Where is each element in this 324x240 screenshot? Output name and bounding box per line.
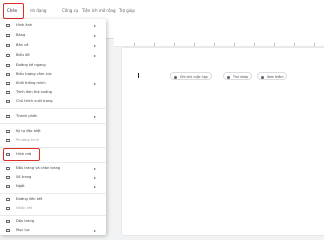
ruler[interactable] — [114, 38, 324, 47]
link-icon — [6, 198, 10, 201]
chip-meeting-notes[interactable]: Ghi chú cuộc họp — [170, 72, 212, 80]
emoji-icon — [6, 73, 10, 76]
break-icon — [6, 185, 10, 188]
insert-menu-highlight — [3, 3, 24, 19]
chart-icon — [6, 54, 10, 57]
menu-item-emoji[interactable]: Biểu tượng cảm xúc — [0, 70, 106, 79]
building-blocks-icon — [6, 115, 10, 118]
footnote-icon — [6, 100, 10, 103]
chevron-right-icon: ▸ — [94, 228, 97, 233]
chevron-right-icon: ▸ — [94, 43, 97, 48]
menu-item-smart-chips[interactable]: Khối thông minh ▸ — [0, 79, 106, 88]
horizontal-line-icon — [6, 64, 10, 67]
omega-icon — [6, 130, 10, 133]
header-footer-icon — [6, 167, 10, 170]
menu-item-link[interactable]: Đường liên kết — [0, 195, 106, 204]
text-cursor — [138, 73, 139, 78]
menu-item-bookmark[interactable]: Dấu trang — [0, 217, 106, 226]
toc-icon — [6, 229, 10, 232]
menu-item-equation: Phương trình — [0, 136, 106, 145]
menu-tools[interactable]: Công cụ — [62, 8, 78, 13]
chip-more[interactable]: Xem thêm — [257, 72, 288, 80]
menu-divider — [0, 162, 106, 163]
insert-dropdown-menu: Hình ảnh ▸ Bảng ▸ Bản vẽ ▸ Biểu đồ ▸ Đường k… — [0, 19, 106, 235]
at-icon — [261, 75, 264, 79]
menu-divider — [0, 215, 106, 216]
mail-icon — [227, 75, 230, 79]
menu-item-break[interactable]: Ngắt ▸ — [0, 182, 106, 191]
menu-item-page-numbers[interactable]: Số trang ▸ — [0, 173, 106, 182]
chip-label: Thư nháp — [233, 75, 249, 79]
chip-label: Ghi chú cuộc họp — [180, 75, 208, 79]
chevron-right-icon: ▸ — [94, 184, 97, 189]
menu-help[interactable]: Trợ giúp — [119, 8, 135, 13]
menu-item-image[interactable]: Hình ảnh ▸ — [0, 21, 106, 30]
menu-item-table-of-contents[interactable]: Mục lục ▸ — [0, 226, 106, 235]
menu-item-table[interactable]: Bảng ▸ — [0, 31, 106, 40]
menu-item-footnote[interactable]: Chú thích cuối trang — [0, 97, 106, 106]
image-icon — [6, 24, 10, 27]
chevron-right-icon: ▸ — [94, 23, 97, 28]
chevron-right-icon: ▸ — [94, 33, 97, 38]
chip-email-draft[interactable]: Thư nháp — [223, 72, 253, 80]
menu-item-header-footer[interactable]: Đầu trang và chân trang ▸ — [0, 164, 106, 173]
calendar-icon — [174, 75, 177, 79]
menu-divider — [0, 193, 106, 194]
bookmark-icon — [6, 220, 10, 223]
chevron-right-icon: ▸ — [94, 114, 97, 119]
menu-item-chart[interactable]: Biểu đồ ▸ — [0, 51, 106, 60]
menu-divider — [0, 123, 106, 124]
chip-label: Xem thêm — [267, 75, 284, 79]
chevron-right-icon: ▸ — [94, 53, 97, 58]
menu-extensions[interactable]: Tiện ích mở rộng — [82, 8, 116, 13]
page-number-icon — [6, 176, 10, 179]
comment-icon — [6, 207, 10, 210]
drawing-icon — [6, 44, 10, 47]
smart-chip-icon — [6, 82, 10, 85]
menu-item-dropdown[interactable]: Trình đơn thả xuống — [0, 88, 106, 97]
menu-format[interactable]: nh dạng — [30, 8, 46, 13]
menu-item-special-characters[interactable]: Ký tự đặc biệt — [0, 127, 106, 136]
menu-item-drawing[interactable]: Bản vẽ ▸ — [0, 41, 106, 50]
chevron-right-icon: ▸ — [94, 175, 97, 180]
menu-item-horizontal-line[interactable]: Đường kẻ ngang — [0, 61, 106, 70]
menu-divider — [0, 108, 106, 109]
dropdown-icon — [6, 91, 10, 94]
watermark-highlight — [3, 148, 40, 161]
menu-item-building-blocks[interactable]: Thành phần ▸ — [0, 112, 106, 121]
equation-icon — [6, 139, 10, 142]
menu-item-comment: Nhận xét — [0, 204, 106, 213]
table-icon — [6, 34, 10, 37]
chevron-right-icon: ▸ — [94, 81, 97, 86]
chevron-right-icon: ▸ — [94, 166, 97, 171]
